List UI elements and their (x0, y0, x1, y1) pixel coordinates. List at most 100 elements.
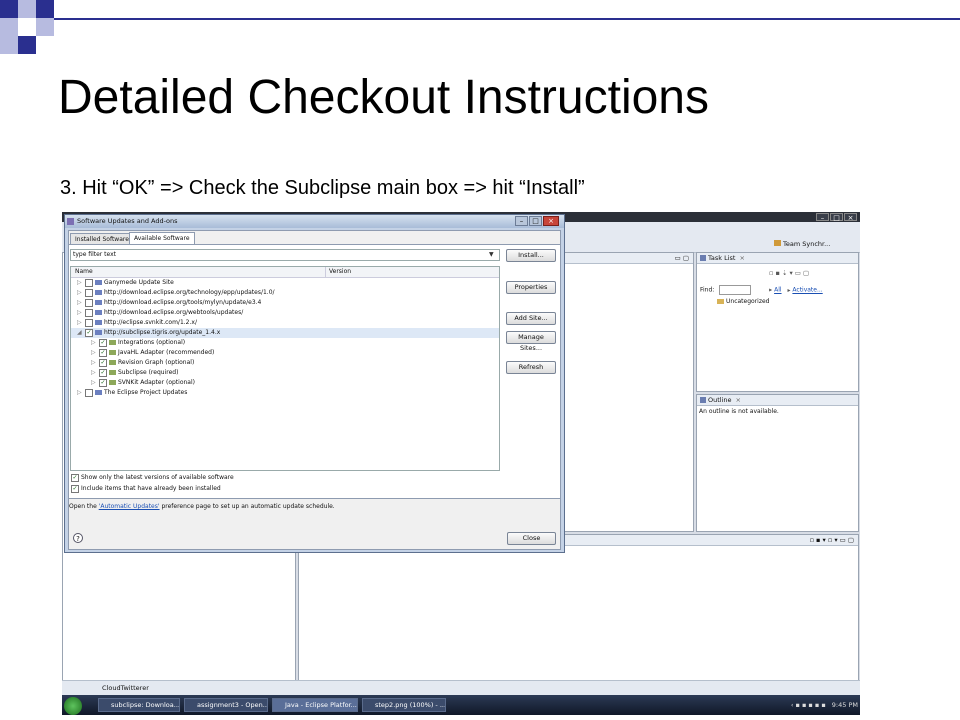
dialog-maximize-icon[interactable]: □ (529, 216, 542, 226)
maximize-icon[interactable]: □ (830, 213, 843, 222)
feature-row[interactable]: ▷ ✓ Integrations (optional) (71, 338, 499, 348)
row-checkbox[interactable] (85, 298, 93, 307)
team-sync-perspective[interactable]: Team Synchr... (774, 240, 830, 248)
update-site-row[interactable]: ▷ Ganymede Update Site (71, 278, 499, 288)
tray-icons: ‹ ▪ ▪ ▪ ▪ ▪ (790, 701, 826, 709)
update-site-row[interactable]: ▷ http://download.eclipse.org/webtools/up… (71, 308, 499, 318)
task-list-toolbar: ▫ ▪ ⇣ ▾ ▭ ▢ (769, 269, 810, 277)
properties-button[interactable]: Properties (506, 281, 556, 294)
perspective-icon (774, 240, 781, 246)
taskbar-item[interactable]: assignment3 - Open... (184, 698, 268, 712)
update-site-icon (95, 320, 102, 325)
row-checkbox[interactable]: ✓ (85, 328, 93, 337)
expand-right-icon[interactable]: ▷ (91, 348, 99, 358)
task-list-head[interactable]: Task List × (697, 253, 858, 264)
expand-right-icon[interactable]: ▷ (77, 388, 85, 398)
filter-dropdown-icon[interactable]: ▼ (489, 251, 494, 258)
update-site-icon (95, 390, 102, 395)
row-label: http://eclipse.svnkit.com/1.2.x/ (104, 319, 197, 326)
expand-right-icon[interactable]: ▷ (91, 378, 99, 388)
outline-message: An outline is not available. (699, 408, 779, 415)
latest-only-checkbox[interactable]: ✓ (71, 473, 79, 482)
update-site-icon (95, 280, 102, 285)
row-checkbox[interactable] (85, 388, 93, 397)
expand-right-icon[interactable]: ▷ (77, 318, 85, 328)
folder-icon (717, 299, 724, 304)
column-version[interactable]: Version (325, 267, 351, 277)
close-tab-icon[interactable]: × (736, 396, 741, 404)
expand-right-icon[interactable]: ▷ (91, 338, 99, 348)
eclipse-screenshot: – □ × Team Synchr... ▭ ▢ Task List × ▫ ▪ … (62, 212, 860, 715)
dialog-minimize-icon[interactable]: – (515, 216, 528, 226)
dialog-title: Software Updates and Add-ons (77, 217, 178, 225)
feature-row[interactable]: ▷ ✓ SVNKit Adapter (optional) (71, 378, 499, 388)
row-checkbox[interactable] (85, 278, 93, 287)
outline-title: Outline (708, 396, 732, 404)
update-site-row[interactable]: ▷ http://eclipse.svnkit.com/1.2.x/ (71, 318, 499, 328)
taskbar-item[interactable]: step2.png (100%) - ... (362, 698, 446, 712)
footer-suffix: preference page to set up an automatic u… (159, 503, 335, 510)
manage-sites-button[interactable]: Manage Sites... (506, 331, 556, 352)
column-name[interactable]: Name (75, 267, 93, 277)
feature-icon (109, 360, 116, 365)
close-tab-icon[interactable]: × (739, 254, 744, 262)
system-tray: ‹ ▪ ▪ ▪ ▪ ▪ 9:45 PM (722, 699, 858, 712)
update-site-row[interactable]: ▷ http://download.eclipse.org/tools/mylyn… (71, 298, 499, 308)
uncategorized-item[interactable]: Uncategorized (717, 298, 769, 305)
expand-right-icon[interactable]: ▷ (77, 278, 85, 288)
activate-link[interactable]: Activate... (792, 287, 822, 294)
expand-right-icon[interactable]: ▷ (77, 308, 85, 318)
row-checkbox[interactable] (85, 308, 93, 317)
row-checkbox[interactable]: ✓ (99, 358, 107, 367)
update-site-row[interactable]: ▷ http://download.eclipse.org/technology/… (71, 288, 499, 298)
close-icon[interactable]: × (844, 213, 857, 222)
include-installed-checkbox[interactable]: ✓ (71, 484, 79, 493)
help-icon[interactable]: ? (73, 533, 83, 543)
update-site-row[interactable]: ◢ ✓ http://subclipse.tigris.org/update_1.4… (71, 328, 499, 338)
feature-row[interactable]: ▷ ✓ Revision Graph (optional) (71, 358, 499, 368)
status-bar (62, 680, 860, 696)
decor-square-6 (18, 36, 36, 54)
taskbar-item[interactable]: subclipse: Downloa... (98, 698, 180, 712)
software-updates-dialog: Software Updates and Add-ons – □ × Insta… (64, 214, 565, 553)
row-checkbox[interactable] (85, 288, 93, 297)
status-item: CloudTwitterer (102, 684, 149, 692)
feature-row[interactable]: ▷ ✓ Subclipse (required) (71, 368, 499, 378)
bottom-panel: ▫ ▪ ▾ ▫ ▾ ▭ ▢ (298, 534, 859, 692)
install-button[interactable]: Install... (506, 249, 556, 262)
row-checkbox[interactable]: ✓ (99, 378, 107, 387)
row-checkbox[interactable]: ✓ (99, 348, 107, 357)
taskbar-item[interactable]: Java - Eclipse Platfor... (272, 698, 358, 712)
refresh-button[interactable]: Refresh (506, 361, 556, 374)
option-include-installed[interactable]: ✓ Include items that have already been in… (71, 484, 221, 493)
slide-title: Detailed Checkout Instructions (58, 71, 709, 124)
expand-down-icon[interactable]: ◢ (77, 328, 85, 338)
filter-input[interactable]: type filter text (70, 249, 500, 261)
row-checkbox[interactable]: ✓ (99, 338, 107, 347)
close-button[interactable]: Close (507, 532, 556, 545)
expand-right-icon[interactable]: ▷ (77, 288, 85, 298)
row-label: http://download.eclipse.org/technology/e… (104, 289, 275, 296)
automatic-updates-footer: Open the 'Automatic Updates' preference … (69, 502, 335, 511)
decor-square-5 (36, 18, 54, 36)
option-latest-only[interactable]: ✓ Show only the latest versions of availa… (71, 473, 234, 482)
automatic-updates-link[interactable]: 'Automatic Updates' (99, 503, 160, 510)
task-list-title: Task List (708, 254, 736, 262)
minimize-icon[interactable]: – (816, 213, 829, 222)
row-checkbox[interactable]: ✓ (99, 368, 107, 377)
dialog-close-icon[interactable]: × (543, 216, 559, 226)
software-tree[interactable]: Name Version ▷ Ganymede Update Site ▷ http:… (70, 266, 500, 471)
update-site-row[interactable]: ▷ The Eclipse Project Updates (71, 388, 499, 398)
find-input[interactable] (719, 285, 752, 295)
start-button[interactable] (64, 697, 82, 715)
feature-row[interactable]: ▷ ✓ JavaHL Adapter (recommended) (71, 348, 499, 358)
footer-prefix: Open the (69, 503, 99, 510)
feature-icon (109, 380, 116, 385)
row-checkbox[interactable] (85, 318, 93, 327)
all-link[interactable]: All (774, 287, 781, 294)
expand-right-icon[interactable]: ▷ (91, 358, 99, 368)
outline-head[interactable]: Outline × (697, 395, 858, 406)
expand-right-icon[interactable]: ▷ (91, 368, 99, 378)
add-site-button[interactable]: Add Site... (506, 312, 556, 325)
expand-right-icon[interactable]: ▷ (77, 298, 85, 308)
